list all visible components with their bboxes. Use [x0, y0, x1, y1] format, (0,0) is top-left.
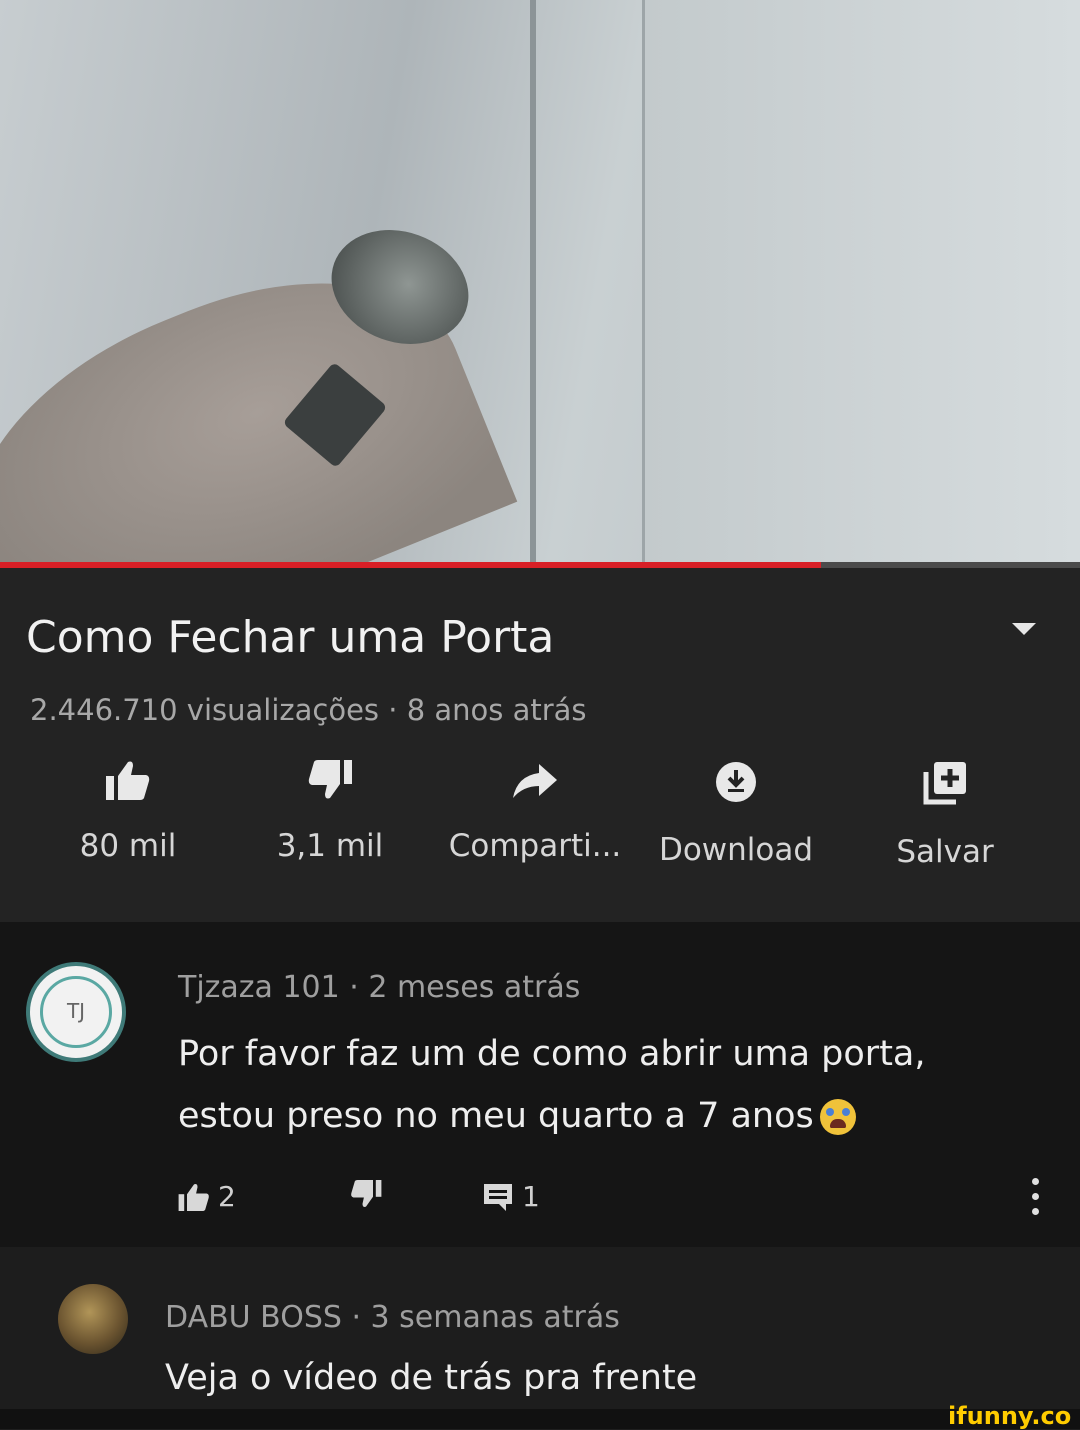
expand-description-icon[interactable] [1012, 623, 1036, 635]
comment-text-line-1: Por favor faz um de como abrir uma porta… [178, 1034, 926, 1074]
video-frame-door-edge-right [642, 0, 645, 567]
comment-reply-button[interactable]: 1 [482, 1180, 540, 1213]
thumbs-down-icon [308, 760, 352, 799]
comment-reply-count: 1 [522, 1180, 540, 1213]
video-frame-wall [645, 0, 1080, 567]
thumbs-down-icon [351, 1180, 382, 1207]
dislike-count: 3,1 mil [276, 828, 384, 864]
thumbs-up-icon [106, 761, 150, 800]
save-button[interactable]: Salvar [855, 760, 1035, 870]
video-meta: 2.446.710 visualizações · 8 anos atrás [30, 693, 587, 727]
commenter-avatar[interactable]: TJ [26, 962, 126, 1062]
crying-face-emoji-icon [819, 1099, 856, 1135]
more-options-icon[interactable] [1030, 1178, 1042, 1222]
video-player[interactable] [0, 0, 1080, 567]
like-count: 80 mil [79, 828, 177, 864]
comment-author-line: DABU BOSS · 3 semanas atrás [165, 1300, 620, 1335]
share-label: Comparti... [448, 828, 622, 864]
save-playlist-icon [923, 762, 966, 805]
comment-author-line: Tjzaza 101 · 2 meses atrás [178, 970, 581, 1005]
download-icon [716, 762, 756, 802]
comment-dislike-button[interactable] [350, 1180, 382, 1208]
comment-text-line-1: Veja o vídeo de trás pra frente [165, 1358, 698, 1398]
download-label: Download [658, 832, 814, 868]
comment-text-line-2: estou preso no meu quarto a 7 anos [178, 1096, 814, 1136]
comment-like-count: 2 [218, 1180, 236, 1213]
dislike-button[interactable]: 3,1 mil [240, 760, 420, 864]
save-label: Salvar [896, 834, 994, 870]
commenter-avatar[interactable] [58, 1284, 128, 1354]
watermark-logo: ifunny.co [948, 1402, 1072, 1430]
comment-text-line-2-wrap: estou preso no meu quarto a 7 anos [178, 1084, 856, 1148]
share-arrow-icon [513, 764, 557, 798]
thumbs-up-icon [178, 1183, 209, 1211]
share-button[interactable]: Comparti... [445, 760, 625, 864]
comment-like-button[interactable]: 2 [178, 1180, 236, 1213]
like-button[interactable]: 80 mil [38, 760, 218, 864]
reply-comment-icon [484, 1183, 512, 1211]
video-actions: 80 mil 3,1 mil Comparti... Download Salv… [0, 760, 1080, 900]
download-button[interactable]: Download [646, 760, 826, 868]
bottom-strip [0, 1409, 1080, 1429]
video-title: Como Fechar uma Porta [26, 612, 555, 663]
video-frame-door-edge [530, 0, 536, 567]
comment-actions: 2 1 [0, 1180, 1080, 1220]
avatar-initials: TJ [66, 999, 86, 1023]
